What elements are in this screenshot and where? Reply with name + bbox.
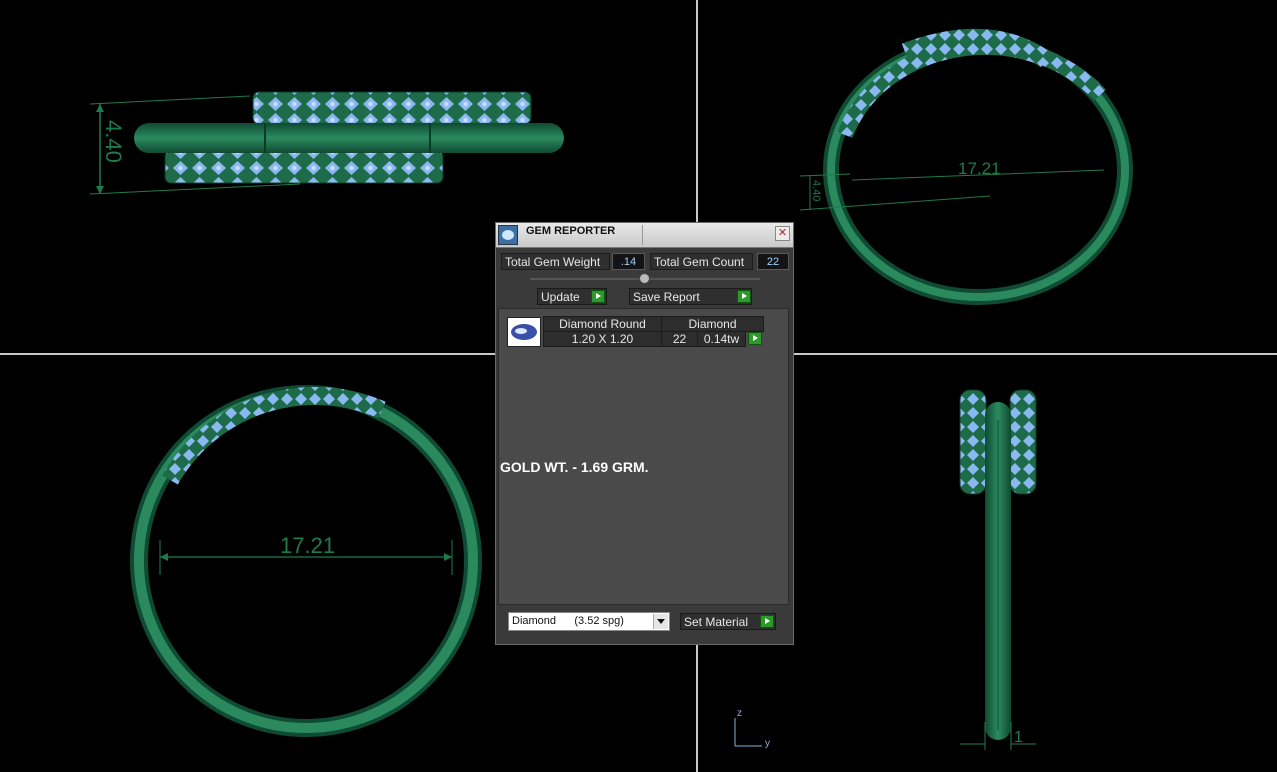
top-right-dimension-diameter: 17.21 (958, 159, 1001, 178)
total-gem-weight-value: .14 (612, 253, 645, 270)
update-button-label: Update (541, 290, 580, 304)
gem-count-cell: 22 (661, 331, 698, 347)
gem-reporter-panel: GEM REPORTER ✕ Total Gem Weight .14 Tota… (495, 222, 794, 645)
update-button[interactable]: Update (537, 288, 607, 305)
material-select-value: Diamond (3.52 spg) (512, 615, 624, 627)
total-gem-count-label: Total Gem Count (650, 253, 753, 270)
set-material-button-label: Set Material (684, 615, 749, 629)
save-report-button-label: Save Report (633, 290, 700, 304)
bottom-right-dimension: 1 (1014, 729, 1023, 746)
title-separator (642, 225, 643, 245)
diamond-thumbnail-icon[interactable] (507, 317, 541, 347)
gold-weight-note: GOLD WT. - 1.69 GRM. (500, 459, 649, 475)
top-right-view: 17.21 4.40 (799, 28, 1133, 305)
bottom-left-dimension: 17.21 (280, 533, 335, 558)
play-icon (591, 290, 605, 303)
gem-weight-cell: 0.14tw (697, 331, 746, 347)
gem-reporter-titlebar[interactable]: GEM REPORTER ✕ (496, 223, 793, 248)
chevron-down-icon[interactable] (653, 614, 668, 629)
total-gem-weight-label: Total Gem Weight (501, 253, 610, 270)
gem-size-cell: 1.20 X 1.20 (543, 331, 662, 347)
play-icon (760, 615, 774, 628)
total-gem-count-value: 22 (757, 253, 789, 270)
axis-gizmo (734, 718, 762, 747)
splitter-handle-icon[interactable] (639, 273, 650, 284)
set-material-button[interactable]: Set Material (680, 613, 776, 630)
gem-name-cell: Diamond Round (543, 316, 662, 332)
top-left-dimension: 4.40 (101, 120, 126, 163)
axis-y-label: y (765, 738, 770, 749)
material-select[interactable]: Diamond (3.52 spg) (508, 612, 670, 631)
gem-reporter-app-icon (498, 225, 518, 245)
close-icon[interactable]: ✕ (775, 226, 790, 241)
gem-list: Diamond Round Diamond 1.20 X 1.20 22 0.1… (498, 308, 789, 605)
bottom-right-view: 1 (959, 389, 1037, 750)
gem-material-cell: Diamond (661, 316, 764, 332)
gem-reporter-title: GEM REPORTER (526, 225, 616, 237)
top-right-dimension-width: 4.40 (810, 180, 822, 201)
axis-z-label: z (737, 708, 742, 719)
top-left-view: 4.40 (89, 91, 564, 195)
bottom-left-view: 17.21 (130, 385, 482, 737)
gem-row-play-icon[interactable] (748, 332, 762, 345)
play-icon (737, 290, 751, 303)
save-report-button[interactable]: Save Report (629, 288, 752, 305)
